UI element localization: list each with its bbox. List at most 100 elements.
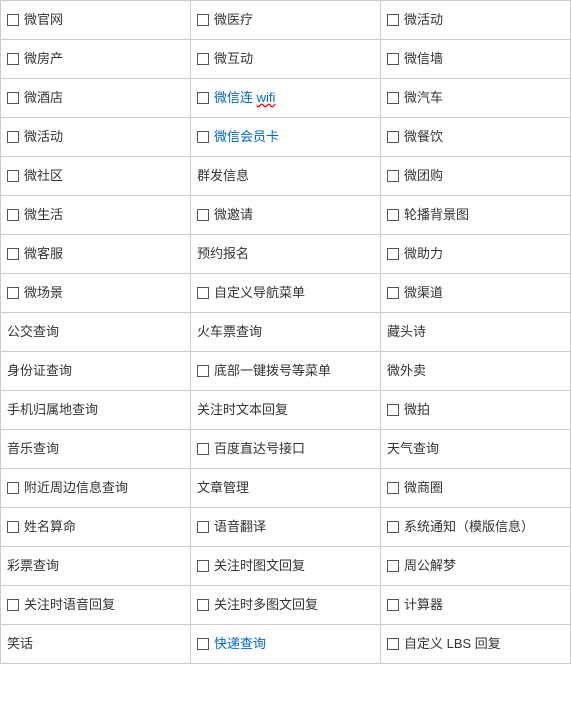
table-row: 附近周边信息查询文章管理微商圈 <box>1 469 570 508</box>
checkbox-icon[interactable] <box>197 443 209 455</box>
checkbox-icon[interactable] <box>7 482 19 494</box>
list-item[interactable]: 微外卖 <box>381 352 570 390</box>
checkbox-icon[interactable] <box>387 248 399 260</box>
checkbox-icon[interactable] <box>387 53 399 65</box>
item-text: 微拍 <box>404 401 430 419</box>
checkbox-icon[interactable] <box>197 560 209 572</box>
checkbox-icon[interactable] <box>387 287 399 299</box>
list-item[interactable]: 微互动 <box>191 40 381 78</box>
item-text: 关注时文本回复 <box>197 401 288 419</box>
checkbox-icon[interactable] <box>197 365 209 377</box>
list-item[interactable]: 身份证查询 <box>1 352 191 390</box>
checkbox-icon[interactable] <box>197 638 209 650</box>
list-item[interactable]: 手机归属地查询 <box>1 391 191 429</box>
list-item[interactable]: 微官网 <box>1 1 191 39</box>
list-item[interactable]: 计算器 <box>381 586 570 624</box>
list-item[interactable]: 周公解梦 <box>381 547 570 585</box>
list-item[interactable]: 关注时多图文回复 <box>191 586 381 624</box>
list-item[interactable]: 微商圈 <box>381 469 570 507</box>
checkbox-icon[interactable] <box>387 560 399 572</box>
checkbox-icon[interactable] <box>7 209 19 221</box>
checkbox-icon[interactable] <box>387 404 399 416</box>
checkbox-icon[interactable] <box>387 521 399 533</box>
list-item[interactable]: 附近周边信息查询 <box>1 469 191 507</box>
list-item[interactable]: 微信连 wifi <box>191 79 381 117</box>
list-item[interactable]: 火车票查询 <box>191 313 381 351</box>
list-item[interactable]: 文章管理 <box>191 469 381 507</box>
list-item[interactable]: 微团购 <box>381 157 570 195</box>
list-item[interactable]: 微社区 <box>1 157 191 195</box>
list-item[interactable]: 公交查询 <box>1 313 191 351</box>
item-text: 藏头诗 <box>387 323 426 341</box>
list-item[interactable]: 微场景 <box>1 274 191 312</box>
checkbox-icon[interactable] <box>387 92 399 104</box>
item-text: 微场景 <box>24 284 63 302</box>
list-item[interactable]: 底部一键拨号等菜单 <box>191 352 381 390</box>
list-item[interactable]: 自定义 LBS 回复 <box>381 625 570 663</box>
checkbox-icon[interactable] <box>197 53 209 65</box>
list-item[interactable]: 语音翻译 <box>191 508 381 546</box>
list-item[interactable]: 藏头诗 <box>381 313 570 351</box>
checkbox-icon[interactable] <box>197 92 209 104</box>
list-item[interactable]: 微汽车 <box>381 79 570 117</box>
item-text: 底部一键拨号等菜单 <box>214 362 331 380</box>
list-item[interactable]: 微生活 <box>1 196 191 234</box>
list-item[interactable]: 快递查询 <box>191 625 381 663</box>
checkbox-icon[interactable] <box>387 638 399 650</box>
checkbox-icon[interactable] <box>197 287 209 299</box>
list-item[interactable]: 预约报名 <box>191 235 381 273</box>
list-item[interactable]: 微医疗 <box>191 1 381 39</box>
item-text: 微房产 <box>24 50 63 68</box>
list-item[interactable]: 微客服 <box>1 235 191 273</box>
list-item[interactable]: 关注时图文回复 <box>191 547 381 585</box>
checkbox-icon[interactable] <box>387 131 399 143</box>
checkbox-icon[interactable] <box>197 599 209 611</box>
list-item[interactable]: 微信墙 <box>381 40 570 78</box>
checkbox-icon[interactable] <box>387 599 399 611</box>
item-text: 微医疗 <box>214 11 253 29</box>
list-item[interactable]: 笑话 <box>1 625 191 663</box>
list-item[interactable]: 轮播背景图 <box>381 196 570 234</box>
list-item[interactable]: 微房产 <box>1 40 191 78</box>
checkbox-icon[interactable] <box>387 14 399 26</box>
list-item[interactable]: 天气查询 <box>381 430 570 468</box>
list-item[interactable]: 群发信息 <box>191 157 381 195</box>
checkbox-icon[interactable] <box>7 170 19 182</box>
list-item[interactable]: 自定义导航菜单 <box>191 274 381 312</box>
checkbox-icon[interactable] <box>197 521 209 533</box>
list-item[interactable]: 微助力 <box>381 235 570 273</box>
list-item[interactable]: 百度直达号接口 <box>191 430 381 468</box>
list-item[interactable]: 微信会员卡 <box>191 118 381 156</box>
checkbox-icon[interactable] <box>197 131 209 143</box>
list-item[interactable]: 微活动 <box>1 118 191 156</box>
list-item[interactable]: 系统通知（模版信息） <box>381 508 570 546</box>
list-item[interactable]: 关注时语音回复 <box>1 586 191 624</box>
checkbox-icon[interactable] <box>387 170 399 182</box>
checkbox-icon[interactable] <box>7 599 19 611</box>
list-item[interactable]: 微邀请 <box>191 196 381 234</box>
checkbox-icon[interactable] <box>7 248 19 260</box>
item-text: 音乐查询 <box>7 440 59 458</box>
list-item[interactable]: 彩票查询 <box>1 547 191 585</box>
wifi-text: wifi <box>257 90 276 105</box>
checkbox-icon[interactable] <box>197 14 209 26</box>
list-item[interactable]: 微拍 <box>381 391 570 429</box>
checkbox-icon[interactable] <box>197 209 209 221</box>
list-item[interactable]: 微活动 <box>381 1 570 39</box>
list-item[interactable]: 音乐查询 <box>1 430 191 468</box>
checkbox-icon[interactable] <box>387 482 399 494</box>
checkbox-icon[interactable] <box>7 53 19 65</box>
checkbox-icon[interactable] <box>7 92 19 104</box>
list-item[interactable]: 姓名算命 <box>1 508 191 546</box>
list-item[interactable]: 关注时文本回复 <box>191 391 381 429</box>
list-item[interactable]: 微渠道 <box>381 274 570 312</box>
checkbox-icon[interactable] <box>7 131 19 143</box>
checkbox-icon[interactable] <box>387 209 399 221</box>
item-text: 关注时图文回复 <box>214 557 305 575</box>
list-item[interactable]: 微酒店 <box>1 79 191 117</box>
checkbox-icon[interactable] <box>7 14 19 26</box>
item-text: 微生活 <box>24 206 63 224</box>
checkbox-icon[interactable] <box>7 521 19 533</box>
list-item[interactable]: 微餐饮 <box>381 118 570 156</box>
checkbox-icon[interactable] <box>7 287 19 299</box>
